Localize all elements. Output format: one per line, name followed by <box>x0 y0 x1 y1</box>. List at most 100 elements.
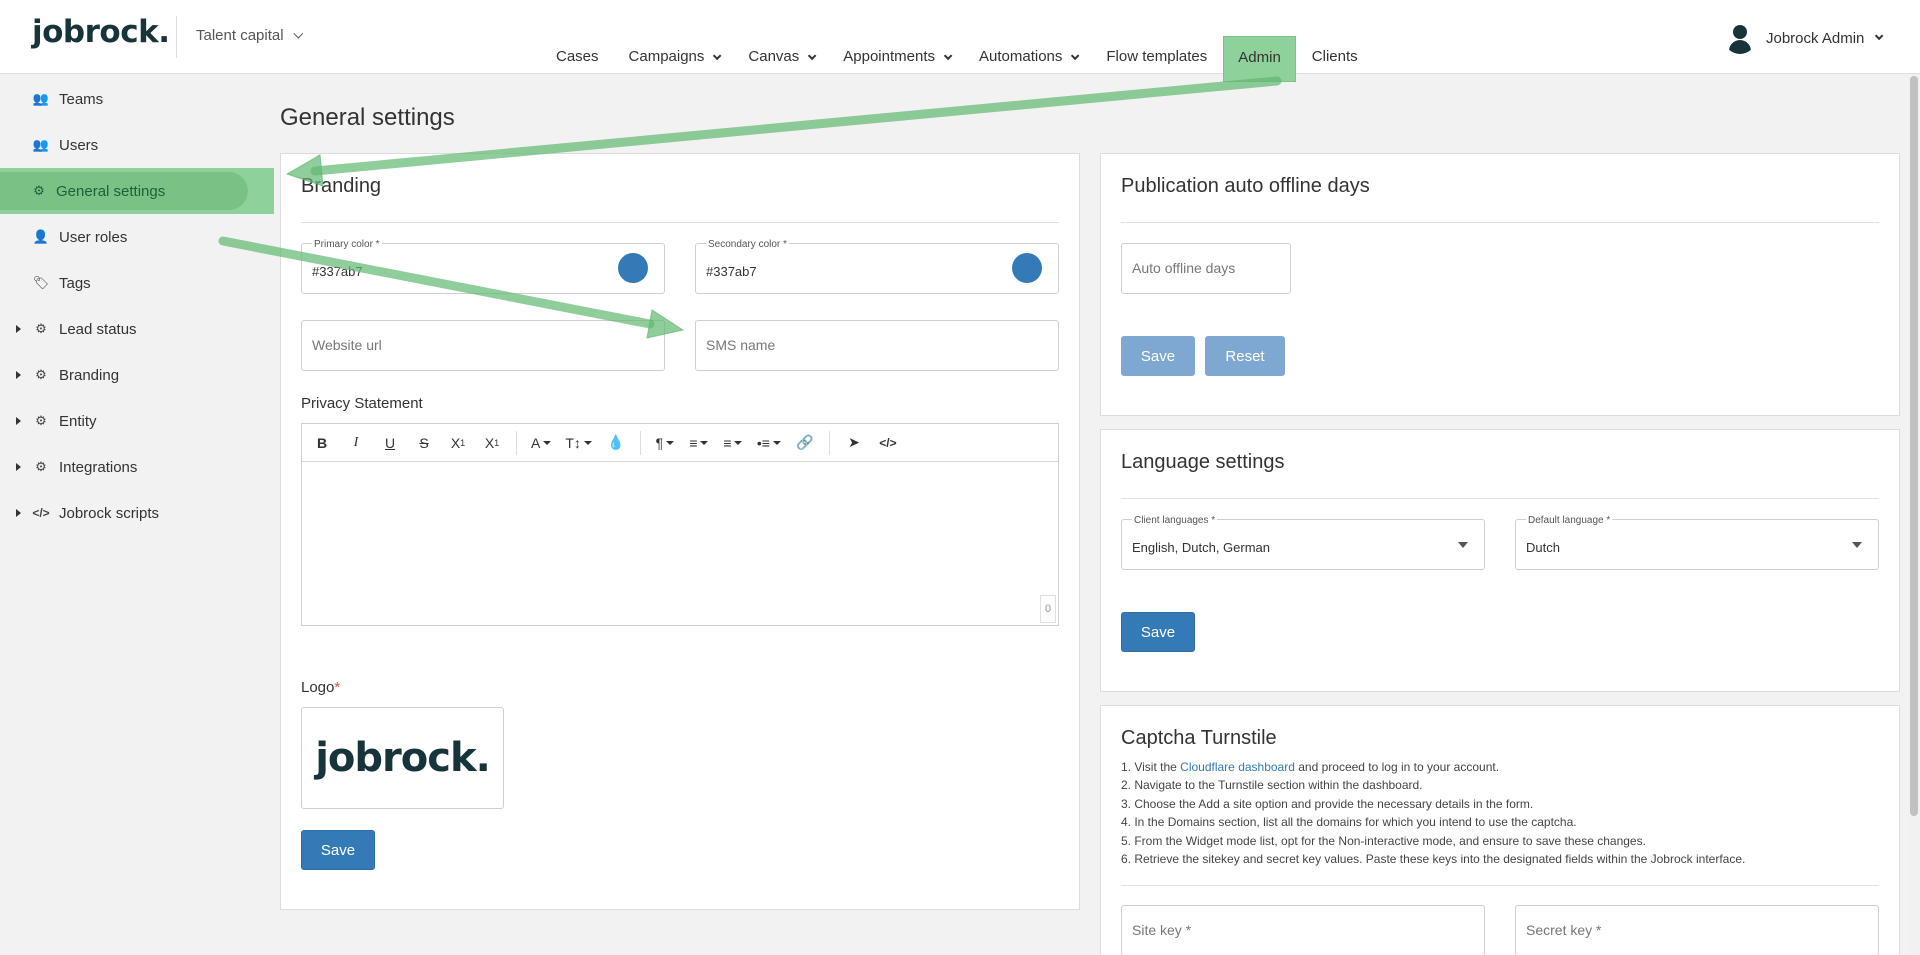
nav-automations[interactable]: Automations <box>965 36 1090 82</box>
code-view-icon[interactable]: </> <box>878 431 898 455</box>
strikethrough-button[interactable]: S <box>414 431 434 455</box>
instruction-step: 2. Navigate to the Turnstile section wit… <box>1121 778 1423 793</box>
instruction-step: 3. Choose the Add a site option and prov… <box>1121 796 1534 811</box>
bold-button[interactable]: B <box>312 431 332 455</box>
nav-flow-templates[interactable]: Flow templates <box>1092 36 1221 82</box>
font-color-dropdown[interactable]: A <box>531 431 552 455</box>
unordered-list-dropdown[interactable]: •≡ <box>757 431 781 455</box>
publication-reset-button[interactable]: Reset <box>1205 336 1285 376</box>
default-language-select[interactable]: Default language * Dutch <box>1515 515 1879 570</box>
primary-color-field[interactable]: Primary color * #337ab7 <box>301 239 665 294</box>
chevron-down-icon <box>808 51 817 61</box>
underline-button[interactable]: U <box>380 431 400 455</box>
client-languages-label: Client languages * <box>1132 515 1218 526</box>
sidebar: 👥 Teams 👥 Users ⚙ General settings 👤 Use… <box>0 74 274 955</box>
ordered-list-dropdown[interactable]: ≡ <box>723 431 743 455</box>
instruction-step: 6. Retrieve the sitekey and secret key v… <box>1121 852 1746 867</box>
sidebar-item-user-roles[interactable]: 👤 User roles <box>0 214 272 260</box>
nav-appointments[interactable]: Appointments <box>829 36 963 82</box>
sidebar-item-lead-status[interactable]: ⚙ Lead status <box>0 306 272 352</box>
sidebar-item-jobrock-scripts[interactable]: </> Jobrock scripts <box>0 490 272 536</box>
user-avatar-icon <box>1724 22 1756 54</box>
font-size-dropdown[interactable]: T↕ <box>565 431 592 455</box>
italic-button[interactable]: I <box>346 431 366 455</box>
language-save-button[interactable]: Save <box>1121 612 1195 652</box>
nav-label: Cases <box>556 48 599 65</box>
chevron-down-icon <box>1875 31 1884 41</box>
sidebar-item-branding[interactable]: ⚙ Branding <box>0 352 272 398</box>
gears-icon: ⚙ <box>35 459 47 474</box>
drop-icon[interactable]: 💧 <box>606 431 626 455</box>
secondary-color-swatch[interactable] <box>1012 253 1042 283</box>
user-menu[interactable]: Jobrock Admin <box>1724 22 1884 54</box>
caret-right-icon[interactable] <box>16 325 21 333</box>
nav-clients[interactable]: Clients <box>1298 36 1372 82</box>
sidebar-item-label: Jobrock scripts <box>59 504 160 522</box>
nav-campaigns[interactable]: Campaigns <box>615 36 733 82</box>
branding-card: Branding Primary color * #337ab7 Seconda… <box>280 153 1080 910</box>
publication-card: Publication auto offline days Auto offli… <box>1100 153 1900 416</box>
primary-color-value: #337ab7 <box>312 264 363 279</box>
align-dropdown[interactable]: ≡ <box>689 431 709 455</box>
privacy-statement-editor[interactable]: B I U S X1 X1 A T↕ 💧 ¶ ≡ ≡ •≡ 🔗 ➤ </> 0 <box>301 423 1059 626</box>
auto-offline-days-input[interactable]: Auto offline days <box>1121 243 1291 294</box>
caret-right-icon[interactable] <box>16 463 21 471</box>
primary-color-swatch[interactable] <box>618 253 648 283</box>
sidebar-item-users[interactable]: 👥 Users <box>0 122 272 168</box>
subscript-button[interactable]: X1 <box>448 431 468 455</box>
site-key-input[interactable]: Site key * <box>1121 905 1485 955</box>
code-icon: </> <box>32 506 50 520</box>
primary-color-label: Primary color * <box>312 239 382 250</box>
page-title: General settings <box>280 104 455 131</box>
app-logo[interactable]: jobrock. <box>32 14 170 50</box>
nav-canvas[interactable]: Canvas <box>734 36 827 82</box>
branding-save-button[interactable]: Save <box>301 830 375 870</box>
sidebar-item-integrations[interactable]: ⚙ Integrations <box>0 444 272 490</box>
nav-cases[interactable]: Cases <box>542 36 613 82</box>
tenant-name: Talent capital <box>196 27 284 44</box>
captcha-title: Captcha Turnstile <box>1121 727 1277 749</box>
sidebar-item-label: Lead status <box>59 320 137 338</box>
card-divider <box>301 222 1059 223</box>
captcha-card: Captcha Turnstile 1. Visit the Cloudflar… <box>1100 705 1900 955</box>
sidebar-item-general-settings[interactable]: ⚙ General settings <box>0 168 274 214</box>
secondary-color-label: Secondary color * <box>706 239 789 250</box>
top-nav: Cases Campaigns Canvas Appointments Auto… <box>542 36 1374 82</box>
publication-save-button[interactable]: Save <box>1121 336 1195 376</box>
pointer-icon[interactable]: ➤ <box>844 431 864 455</box>
editor-toolbar: B I U S X1 X1 A T↕ 💧 ¶ ≡ ≡ •≡ 🔗 ➤ </> <box>302 424 1058 462</box>
link-icon[interactable]: 🔗 <box>795 431 815 455</box>
client-languages-select[interactable]: Client languages * English, Dutch, Germa… <box>1121 515 1485 570</box>
gears-icon: ⚙ <box>35 367 47 382</box>
caret-right-icon[interactable] <box>16 509 21 517</box>
toolbar-divider <box>516 430 517 455</box>
nav-label: Flow templates <box>1106 48 1208 65</box>
nav-label: Campaigns <box>628 48 705 65</box>
sidebar-item-label: Teams <box>59 90 104 108</box>
toolbar-divider <box>828 430 830 455</box>
sidebar-item-label: User roles <box>59 228 128 246</box>
superscript-button[interactable]: X1 <box>482 431 502 455</box>
sidebar-item-teams[interactable]: 👥 Teams <box>0 76 272 122</box>
caret-right-icon[interactable] <box>16 417 21 425</box>
auto-offline-days-placeholder: Auto offline days <box>1132 260 1236 276</box>
logo-upload[interactable]: jobrock. <box>301 707 504 809</box>
default-language-value: Dutch <box>1526 540 1560 555</box>
page-scrollbar[interactable] <box>1908 74 1920 955</box>
sidebar-item-entity[interactable]: ⚙ Entity <box>0 398 272 444</box>
caret-down-icon <box>583 440 592 445</box>
cloudflare-dashboard-link[interactable]: Cloudflare dashboard <box>1180 760 1295 774</box>
scrollbar-thumb[interactable] <box>1910 76 1918 816</box>
secret-key-input[interactable]: Secret key * <box>1515 905 1879 955</box>
sidebar-item-tags[interactable]: 🏷 Tags <box>0 260 272 306</box>
card-divider <box>1121 498 1879 499</box>
secondary-color-field[interactable]: Secondary color * #337ab7 <box>695 239 1059 294</box>
nav-admin[interactable]: Admin <box>1223 36 1296 82</box>
website-url-input[interactable]: Website url <box>301 320 665 371</box>
secret-key-placeholder: Secret key * <box>1526 922 1602 938</box>
paragraph-dropdown[interactable]: ¶ <box>655 431 675 455</box>
nav-label: Admin <box>1238 49 1281 66</box>
tenant-switcher[interactable]: Talent capital <box>196 27 303 44</box>
sms-name-input[interactable]: SMS name <box>695 320 1059 371</box>
caret-right-icon[interactable] <box>16 371 21 379</box>
